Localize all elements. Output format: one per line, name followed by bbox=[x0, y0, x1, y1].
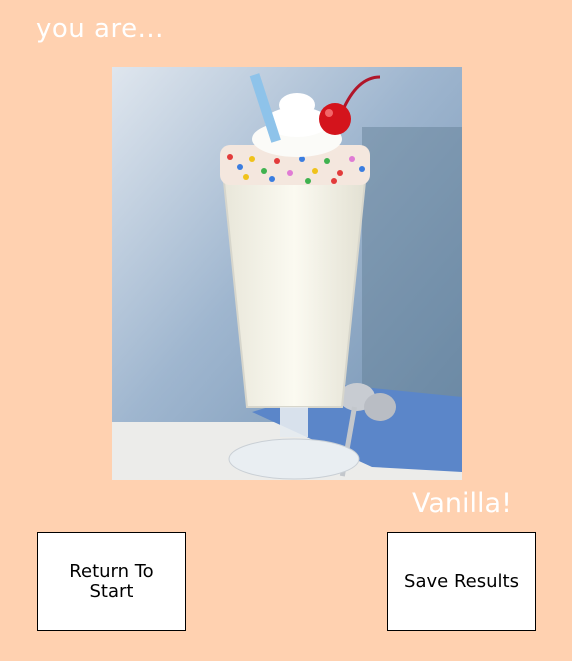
milkshake-image bbox=[112, 67, 462, 480]
save-results-button[interactable]: Save Results bbox=[387, 532, 536, 631]
heading-text: you are... bbox=[36, 14, 164, 44]
result-flavor: Vanilla! bbox=[412, 488, 512, 519]
return-to-start-button[interactable]: Return To Start bbox=[37, 532, 186, 631]
